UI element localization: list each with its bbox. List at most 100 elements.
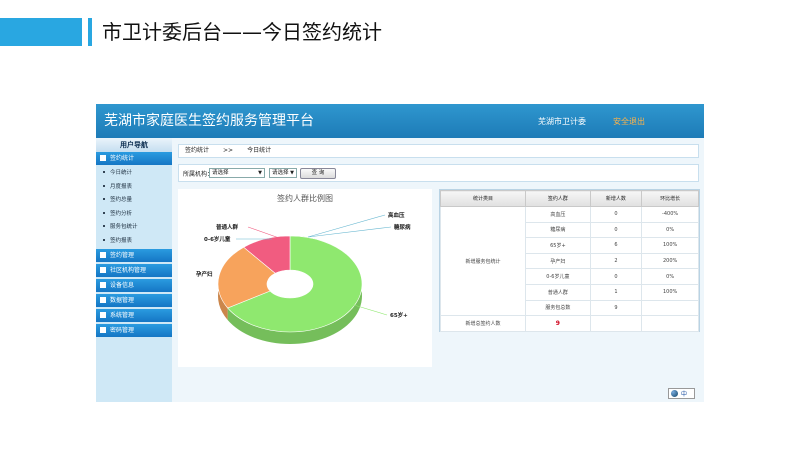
table-cell: 普通人群	[525, 283, 591, 301]
org-select-secondary[interactable]: 请选择 ▼	[269, 168, 297, 178]
table-cell: -400%	[641, 206, 699, 223]
table-cell	[589, 315, 643, 332]
pie-leader-65	[353, 304, 388, 316]
table-cell	[641, 315, 699, 332]
sidebar-section-label: 社区机构管理	[110, 266, 147, 274]
sidebar-section-label: 数据管理	[110, 296, 135, 304]
table-cell: 糖尿病	[525, 221, 591, 239]
bullet-icon	[103, 198, 105, 201]
sidebar-section-password[interactable]: 密码管理	[96, 323, 172, 337]
table-cell: 65岁+	[525, 237, 591, 254]
sidebar-heading: 用户导航	[96, 138, 172, 152]
slide: 市卫计委后台——今日签约统计 芜湖市家庭医生签约服务管理平台 芜湖市卫计委 安全…	[0, 0, 800, 450]
table-cell: 100%	[641, 283, 699, 301]
breadcrumb: 签约统计 >> 今日统计	[178, 144, 699, 158]
dropdown-arrow-icon: ▼	[290, 170, 294, 176]
table-cell: 服务包总数	[525, 299, 591, 317]
section-icon	[100, 251, 106, 258]
table-footer-label: 新增总签约人数	[439, 315, 527, 332]
bullet-icon	[103, 211, 105, 214]
section-icon	[100, 266, 106, 273]
sidebar-item-label: 签约分析	[110, 210, 133, 217]
table-cell: 0%	[641, 221, 699, 239]
sidebar-section-sign-mgmt[interactable]: 签约管理	[96, 248, 172, 262]
table-cell: 0	[589, 206, 643, 223]
stats-table: 统计类目 签约人群 新增人数 环比增长 新增服务包统计 高血压 0 -400% …	[439, 190, 699, 332]
table-header: 签约人群	[525, 190, 591, 207]
breadcrumb-item-stats[interactable]: 签约统计	[185, 147, 209, 154]
table-row: 新增服务包统计 高血压 0 -400%	[439, 205, 699, 317]
pie-label-x: 高血压	[388, 211, 405, 219]
sidebar-item-label: 签约总量	[110, 197, 133, 204]
pie-label-0-6: 0-6岁儿童	[204, 235, 231, 243]
current-user: 芜湖市卫计委	[538, 117, 586, 126]
table-cell: 9	[589, 299, 643, 317]
bullet-icon	[103, 225, 105, 228]
sidebar-item-total[interactable]: 签约总量	[96, 194, 172, 208]
heading-accent-line	[88, 18, 92, 46]
section-icon	[100, 326, 106, 333]
table-footer-row: 新增总签约人数 9	[439, 315, 699, 332]
pie-label-65: 65岁+	[390, 311, 408, 319]
dropdown-arrow-icon: ▼	[258, 170, 262, 176]
table-cell: 0	[589, 268, 643, 285]
table-cell: 1	[589, 283, 643, 301]
pie-leader-x	[307, 214, 386, 238]
select-value: 请选择	[272, 170, 289, 176]
language-switch[interactable]: 中	[668, 388, 695, 399]
stats-table-panel: 统计类目 签约人群 新增人数 环比增长 新增服务包统计 高血压 0 -400% …	[439, 189, 700, 332]
sidebar-section-system[interactable]: 系统管理	[96, 308, 172, 322]
sidebar-section-label: 系统管理	[110, 311, 135, 319]
sidebar-section-stats[interactable]: 签约统计	[96, 152, 172, 165]
pie-label-x: 孕产妇	[196, 270, 213, 278]
globe-icon	[671, 390, 678, 397]
app-window: 芜湖市家庭医生签约服务管理平台 芜湖市卫计委 安全退出 用户导航 签约统计 今日…	[96, 104, 704, 402]
org-select-primary[interactable]: 请选择 ▼	[209, 168, 265, 178]
breadcrumb-item-today: 今日统计	[247, 147, 272, 154]
sidebar-item-monthly[interactable]: 月度报表	[96, 181, 172, 195]
table-cell: 孕产妇	[525, 252, 591, 270]
table-header: 环比增长	[641, 190, 699, 207]
section-icon	[100, 311, 106, 318]
query-button[interactable]: 查 询	[300, 168, 336, 179]
section-icon	[100, 296, 106, 303]
table-cell: 0-6岁儿童	[525, 268, 591, 285]
table-header: 新增人数	[589, 190, 643, 207]
filter-bar: 所属机构： 请选择 ▼ 请选择 ▼ 查 询	[178, 164, 699, 182]
sidebar-section-label: 签约管理	[110, 251, 135, 259]
bullet-icon	[103, 238, 105, 241]
sidebar-section-device[interactable]: 设备信息	[96, 278, 172, 292]
language-label: 中	[681, 391, 688, 398]
sidebar: 用户导航 签约统计 今日统计 月度报表 签约总量 签约分析 服务包统计 签约报表…	[96, 138, 172, 402]
sidebar-item-label: 服务包统计	[110, 224, 138, 231]
sidebar-section-data[interactable]: 数据管理	[96, 293, 172, 307]
table-footer-value: 9	[525, 315, 591, 332]
sidebar-item-analysis[interactable]: 签约分析	[96, 208, 172, 222]
table-cell: 2	[589, 252, 643, 270]
table-cell: 0	[589, 221, 643, 239]
sidebar-item-report[interactable]: 签约报表	[96, 235, 172, 249]
sidebar-item-today[interactable]: 今日统计	[96, 167, 172, 181]
table-cell	[641, 299, 699, 317]
bullet-icon	[103, 184, 105, 187]
table-cell: 100%	[641, 237, 699, 254]
app-title: 芜湖市家庭医生签约服务管理平台	[104, 113, 314, 129]
sidebar-item-label: 今日统计	[110, 170, 133, 176]
sidebar-section-label: 设备信息	[110, 281, 135, 289]
breadcrumb-separator: >>	[223, 147, 234, 154]
logout-link[interactable]: 安全退出	[613, 116, 645, 127]
sidebar-item-label: 签约报表	[110, 237, 133, 244]
table-cell: 高血压	[525, 206, 591, 223]
pie-label-x: 普通人群	[216, 223, 239, 231]
table-header-row: 统计类目 签约人群 新增人数 环比增长	[439, 190, 699, 207]
pie-leader-x	[307, 226, 392, 238]
app-topbar: 芜湖市家庭医生签约服务管理平台 芜湖市卫计委 安全退出	[96, 104, 704, 138]
sidebar-section-org-mgmt[interactable]: 社区机构管理	[96, 263, 172, 277]
slide-title: 市卫计委后台——今日签约统计	[102, 20, 382, 44]
sidebar-item-package-stats[interactable]: 服务包统计	[96, 221, 172, 235]
table-category-cell: 新增服务包统计	[439, 205, 527, 317]
table-cell: 6	[589, 237, 643, 254]
sidebar-section-label: 密码管理	[110, 326, 135, 334]
table-cell: 0%	[641, 268, 699, 285]
pie-leader-x	[247, 226, 283, 240]
